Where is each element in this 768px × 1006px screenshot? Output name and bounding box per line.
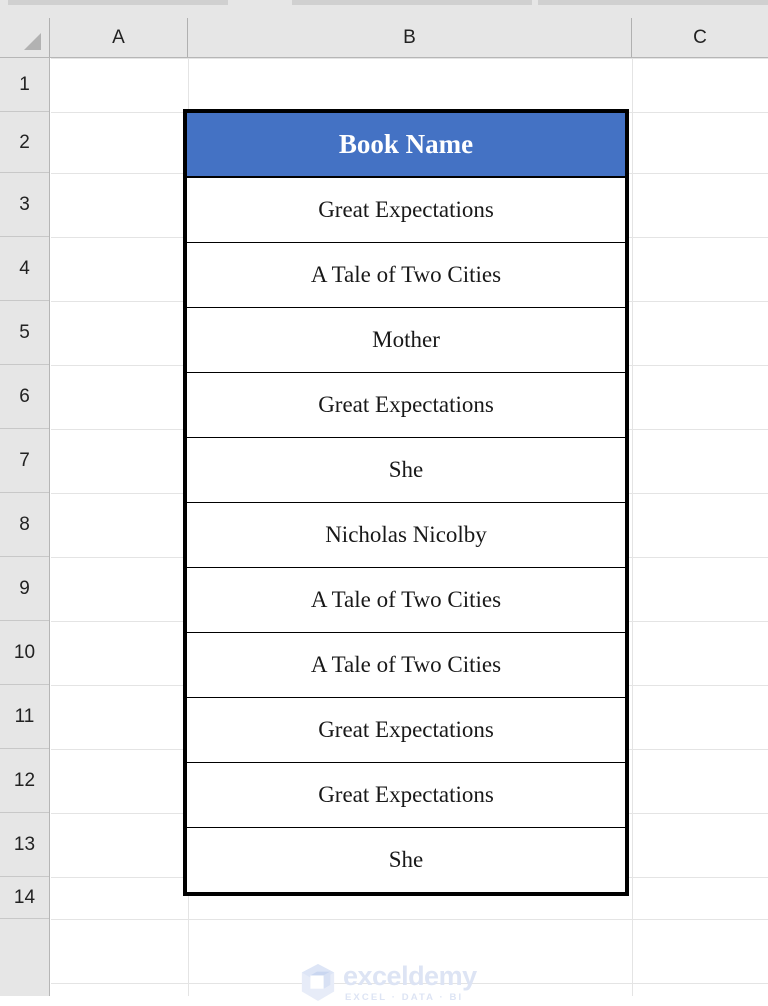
book-name-table-inner: Book Name Great Expectations A Tale of Two… (186, 112, 626, 893)
ribbon-group-fragment-1 (8, 0, 228, 5)
row-header-14[interactable]: 14 (0, 877, 49, 919)
book-name-cell[interactable]: She (186, 437, 626, 503)
table-row: She (186, 827, 626, 893)
row-header-5[interactable]: 5 (0, 301, 49, 365)
column-header-c[interactable]: C (632, 18, 768, 57)
row-header-7[interactable]: 7 (0, 429, 49, 493)
ribbon-group-fragment-2 (292, 0, 532, 5)
table-row: Great Expectations (186, 697, 626, 763)
select-all-triangle-icon (24, 33, 41, 50)
column-header-a[interactable]: A (50, 18, 188, 57)
book-name-cell[interactable]: A Tale of Two Cities (186, 242, 626, 308)
row-header-13[interactable]: 13 (0, 813, 49, 877)
table-row: Great Expectations (186, 176, 626, 243)
exceldemy-watermark: exceldemy EXCEL · DATA · BI (299, 960, 479, 1006)
book-name-cell[interactable]: Great Expectations (186, 176, 626, 243)
row-header-11[interactable]: 11 (0, 685, 49, 749)
table-row: A Tale of Two Cities (186, 242, 626, 308)
watermark-title: exceldemy (343, 961, 477, 992)
table-header-row: Book Name (186, 112, 626, 178)
table-row: Mother (186, 307, 626, 373)
gridline-vertical (632, 58, 633, 996)
book-name-cell[interactable]: A Tale of Two Cities (186, 567, 626, 633)
book-name-table[interactable]: Book Name Great Expectations A Tale of Two… (183, 109, 629, 896)
book-name-cell[interactable]: Great Expectations (186, 762, 626, 828)
table-row: Great Expectations (186, 372, 626, 438)
table-row: Nicholas Nicolby (186, 502, 626, 568)
table-row: A Tale of Two Cities (186, 632, 626, 698)
table-row: She (186, 437, 626, 503)
book-name-cell[interactable]: Mother (186, 307, 626, 373)
row-header-2[interactable]: 2 (0, 112, 49, 173)
row-header-4[interactable]: 4 (0, 237, 49, 301)
spreadsheet-grid: A B C 1 2 3 4 5 6 7 8 9 10 11 12 13 14 Book Name Great… (0, 18, 768, 1002)
ribbon-strip-fragment (0, 0, 768, 18)
book-name-cell[interactable]: Great Expectations (186, 697, 626, 763)
watermark-text-block: exceldemy EXCEL · DATA · BI (343, 963, 477, 1003)
book-name-cell[interactable]: A Tale of Two Cities (186, 632, 626, 698)
row-header-6[interactable]: 6 (0, 365, 49, 429)
table-header-cell[interactable]: Book Name (186, 112, 626, 178)
book-name-cell[interactable]: She (186, 827, 626, 893)
column-header-b[interactable]: B (188, 18, 632, 57)
row-header-10[interactable]: 10 (0, 621, 49, 685)
book-name-cell[interactable]: Great Expectations (186, 372, 626, 438)
table-row: Great Expectations (186, 762, 626, 828)
select-all-button[interactable] (0, 18, 50, 57)
column-header-row: A B C (0, 18, 768, 58)
row-header-1[interactable]: 1 (0, 58, 49, 112)
row-header-9[interactable]: 9 (0, 557, 49, 621)
gridline-horizontal (51, 919, 768, 920)
exceldemy-cube-logo-icon (301, 964, 335, 1002)
ribbon-group-fragment-3 (538, 0, 768, 5)
row-header-3[interactable]: 3 (0, 173, 49, 237)
watermark-tagline: EXCEL · DATA · BI (345, 992, 464, 1004)
row-header-12[interactable]: 12 (0, 749, 49, 813)
row-header-8[interactable]: 8 (0, 493, 49, 557)
gridline-horizontal (51, 58, 768, 59)
book-name-cell[interactable]: Nicholas Nicolby (186, 502, 626, 568)
row-header-column: 1 2 3 4 5 6 7 8 9 10 11 12 13 14 (0, 58, 50, 996)
table-row: A Tale of Two Cities (186, 567, 626, 633)
